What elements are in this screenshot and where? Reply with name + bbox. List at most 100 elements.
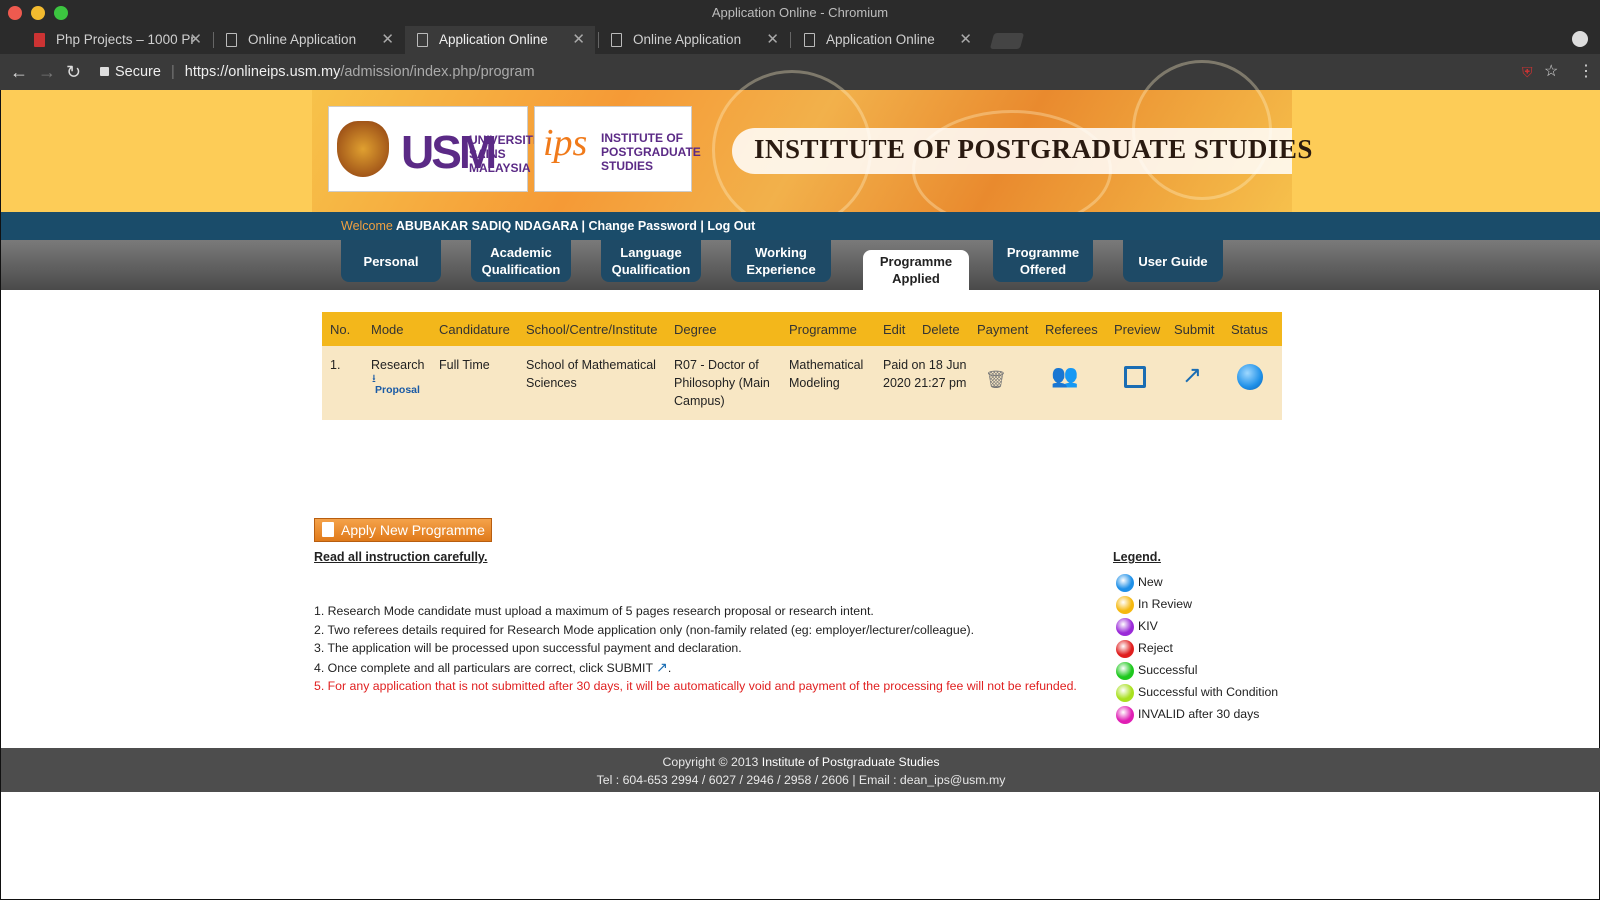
column-header: School/Centre/Institute: [518, 312, 666, 346]
maximize-window-button[interactable]: [54, 6, 68, 20]
tab-label: Application Online: [826, 32, 935, 47]
download-icon[interactable]: ⭳: [372, 374, 431, 385]
preview-icon[interactable]: [1124, 366, 1146, 388]
welcome-text: Welcome ABUBAKAR SADIQ NDAGARA | Change …: [341, 212, 755, 240]
menu-tab-programme-applied[interactable]: Programme Applied: [863, 250, 969, 290]
tab-close-icon[interactable]: ✕: [572, 26, 585, 54]
tab-close-icon[interactable]: ✕: [959, 26, 972, 54]
minimize-window-button[interactable]: [31, 6, 45, 20]
menu-tab-label: Programme Applied: [879, 254, 953, 286]
page-icon: [417, 33, 428, 47]
user-name: ABUBAKAR SADIQ NDAGARA: [395, 219, 579, 233]
browser-tab-2[interactable]: Online Application ✕: [214, 26, 404, 54]
mode-value: Research: [371, 358, 425, 372]
document-icon: [322, 522, 334, 537]
menu-tab-label: Personal: [363, 253, 419, 269]
new-tab-button[interactable]: [989, 33, 1025, 49]
instruction-warning: 5. For any application that is not submi…: [314, 679, 1077, 693]
legend-label: In Review: [1138, 597, 1192, 611]
referees-users-icon[interactable]: 👥: [1051, 364, 1078, 388]
header-banner: USM UNIVERSITI SAINS MALAYSIA ips INSTIT…: [312, 60, 1312, 230]
tab-label: Php Projects – 1000 Pr: [56, 32, 195, 47]
tab-label: Application Online: [439, 32, 548, 47]
banner-title-ribbon: INSTITUTE OF POSTGRADUATE STUDIES: [732, 128, 1312, 174]
degree-value: R07 - Doctor of Philosophy (Main Campus): [666, 346, 781, 420]
proposal-link[interactable]: Proposal: [375, 384, 431, 397]
apply-button-label: Apply New Programme: [341, 522, 485, 538]
separator: |: [581, 219, 586, 233]
blocked-popup-icon[interactable]: ⛨: [1522, 54, 1533, 90]
browser-tab-4[interactable]: Online Application ✕: [599, 26, 789, 54]
row-number: 1.: [322, 346, 363, 420]
instruction-text-end: .: [667, 660, 672, 675]
browser-tab-5[interactable]: Application Online ✕: [792, 26, 982, 54]
school-value: School of Mathematical Sciences: [518, 346, 666, 420]
ips-logo: ips INSTITUTE OF POSTGRADUATE STUDIES: [534, 106, 701, 192]
instruction-item: 3. The application will be processed upo…: [314, 641, 742, 655]
applications-table: No. Mode Candidature School/Centre/Insti…: [322, 312, 1282, 420]
menu-tab-working-experience[interactable]: Working Experience: [731, 240, 831, 282]
browser-tab-3-active[interactable]: Application Online ✕: [405, 26, 595, 54]
menu-tab-academic-qualification[interactable]: Academic Qualification: [471, 240, 571, 282]
programme-value: Mathematical Modeling: [781, 346, 875, 420]
ips-logo-text: ips: [543, 122, 588, 164]
trash-icon[interactable]: 🗑: [985, 368, 1007, 392]
menu-kebab-icon[interactable]: ⋮: [1578, 54, 1594, 90]
status-dot-icon: [1116, 595, 1134, 614]
page-icon: [226, 33, 237, 47]
legend-item-kiv: KIV: [1116, 616, 1158, 636]
usm-logo-subtitle: UNIVERSITI SAINS MALAYSIA: [469, 133, 537, 175]
tab-label: Online Application: [633, 32, 742, 47]
tab-close-icon[interactable]: ✕: [189, 26, 202, 54]
instruction-text: 4. Once complete and all particulars are…: [314, 660, 653, 675]
instruction-item: 1. Research Mode candidate must upload a…: [314, 604, 874, 618]
column-header: Referees: [1037, 312, 1106, 346]
submit-external-link-icon[interactable]: ↗: [1182, 364, 1202, 388]
payment-status-text: Paid on 18 Jun 2020 21:27 pm: [875, 346, 969, 420]
bookmark-star-icon[interactable]: ☆: [1544, 54, 1558, 90]
banner-title: INSTITUTE OF POSTGRADUATE STUDIES: [754, 134, 1313, 164]
preview-cell: [1106, 346, 1166, 420]
legend-item-in-review: In Review: [1116, 594, 1192, 614]
tab-close-icon[interactable]: ✕: [381, 26, 394, 54]
column-header: Submit: [1166, 312, 1223, 346]
browser-tab-1[interactable]: Php Projects – 1000 Pr ✕: [22, 26, 212, 54]
tab-close-icon[interactable]: ✕: [766, 26, 779, 54]
back-arrow-icon[interactable]: ←: [10, 54, 28, 90]
legend-item-successful: Successful: [1116, 660, 1197, 680]
main-content: No. Mode Candidature School/Centre/Insti…: [1, 290, 1600, 750]
logout-link[interactable]: Log Out: [707, 219, 755, 233]
menu-tab-language-qualification[interactable]: Language Qualification: [601, 240, 701, 282]
menu-tab-label: Programme Offered: [1006, 245, 1080, 277]
legend-label: New: [1138, 575, 1163, 589]
reload-icon[interactable]: ↻: [66, 54, 81, 90]
main-menu: Personal Academic Qualification Language…: [1, 240, 1600, 290]
column-header: Payment: [969, 312, 1037, 346]
submit-external-link-icon: ↗: [656, 658, 668, 675]
page-icon: [611, 33, 622, 47]
legend-item-invalid: INVALID after 30 days: [1116, 704, 1259, 724]
status-dot-icon: [1116, 705, 1134, 724]
menu-tab-personal[interactable]: Personal: [341, 240, 441, 282]
instructions-list: 1. Research Mode candidate must upload a…: [314, 602, 1077, 696]
copyright-text: Copyright © 2013: [662, 755, 759, 769]
column-header: Edit: [875, 312, 914, 346]
delete-cell: 🗑: [969, 346, 1037, 420]
menu-tab-user-guide[interactable]: User Guide: [1123, 240, 1223, 282]
profile-icon[interactable]: [1572, 31, 1588, 47]
read-instructions-heading: Read all instruction carefully.: [314, 550, 488, 564]
close-window-button[interactable]: [8, 6, 22, 20]
web-page: USM UNIVERSITI SAINS MALAYSIA ips INSTIT…: [0, 60, 1600, 900]
change-password-link[interactable]: Change Password: [589, 219, 697, 233]
forward-arrow-icon[interactable]: →: [38, 54, 56, 90]
legend-label: INVALID after 30 days: [1138, 707, 1260, 721]
secure-label: Secure: [115, 64, 161, 80]
page-footer: Copyright © 2013 Institute of Postgradua…: [1, 748, 1600, 792]
menu-tab-programme-offered[interactable]: Programme Offered: [993, 240, 1093, 282]
legend-item-successful-with-condition: Successful with Condition: [1116, 682, 1278, 702]
apply-new-programme-button[interactable]: Apply New Programme: [314, 518, 492, 542]
column-header: Programme: [781, 312, 875, 346]
page-icon: [804, 33, 815, 47]
submit-cell: ↗: [1166, 346, 1223, 420]
column-header: Preview: [1106, 312, 1166, 346]
